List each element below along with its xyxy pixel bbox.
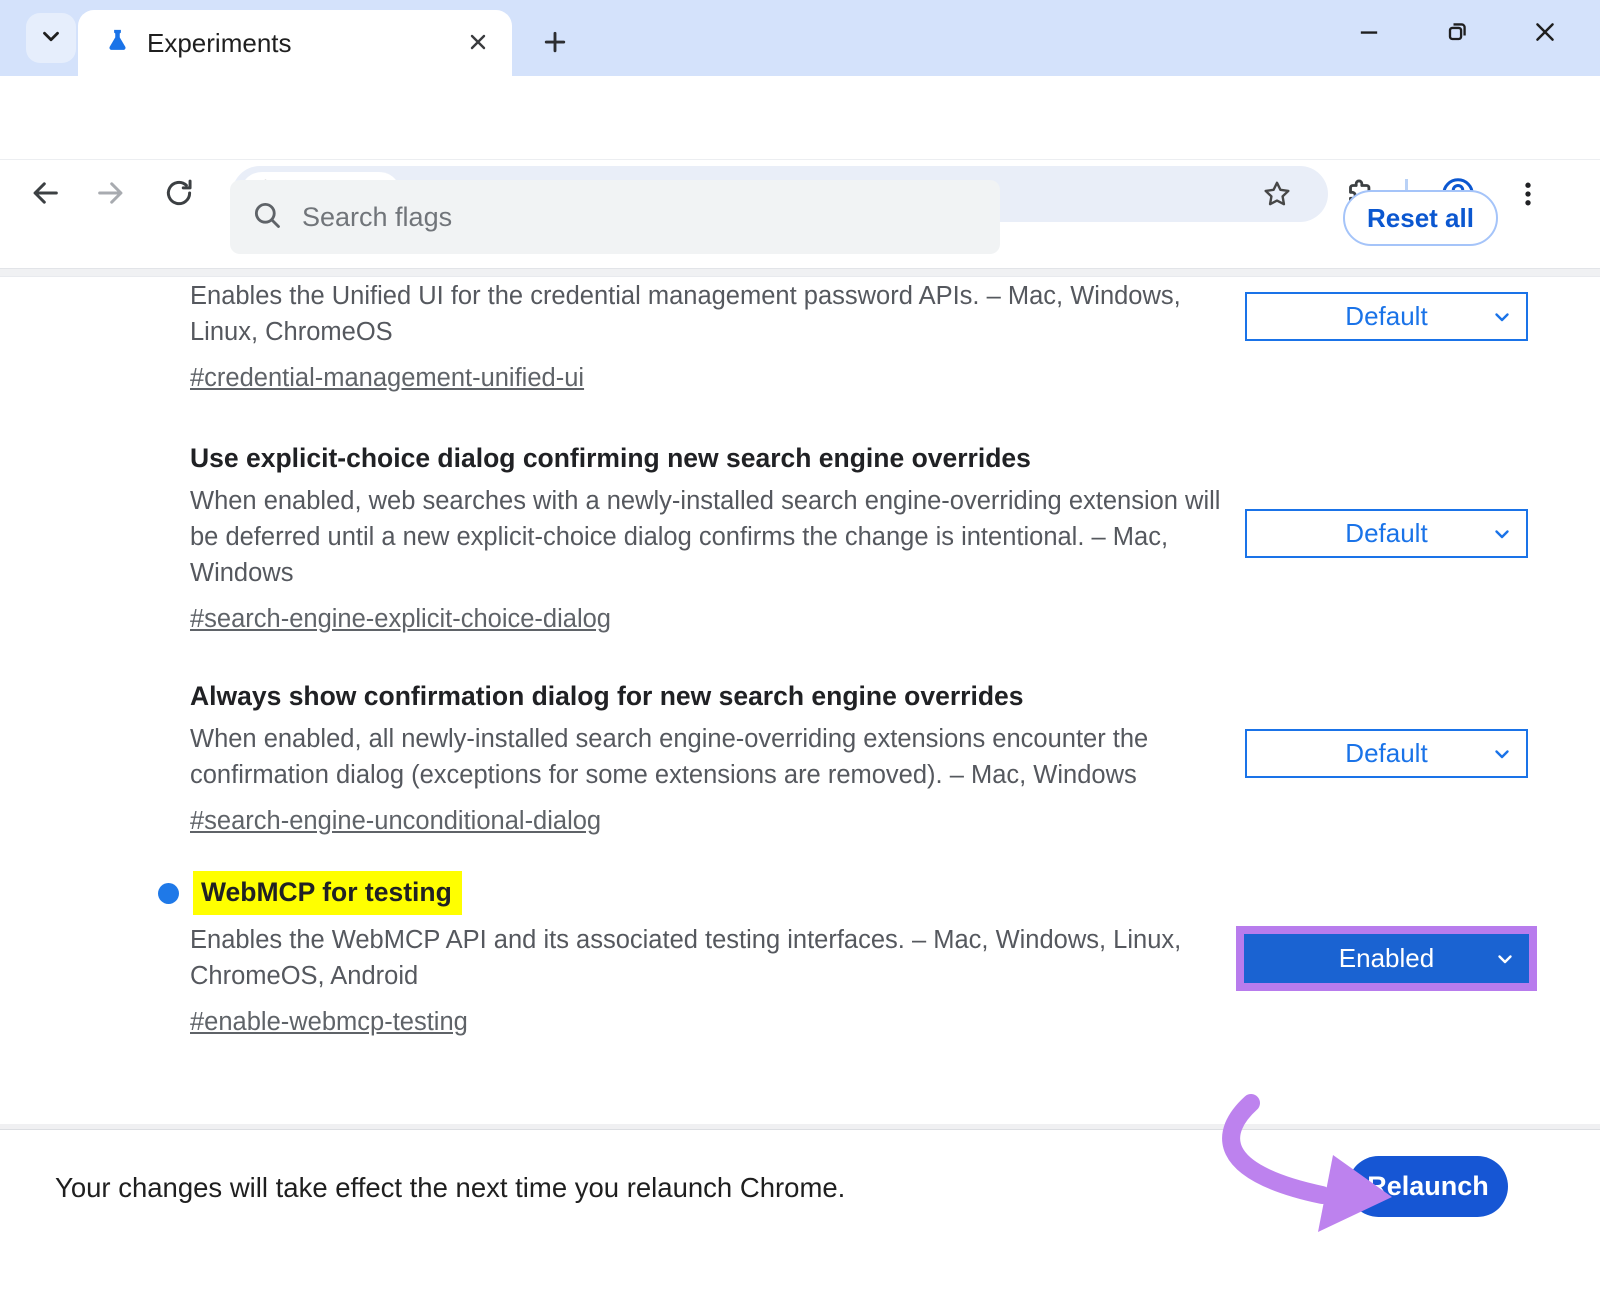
flag-state-value: Enabled [1339,943,1434,974]
flag-permalink[interactable]: #search-engine-explicit-choice-dialog [190,605,611,634]
tab-strip: Experiments [0,0,1600,76]
flag-state-select[interactable]: Default [1245,509,1528,558]
flag-entry-webmcp: WebMCP for testing Enables the WebMCP AP… [158,872,1250,1037]
tab-experiments[interactable]: Experiments [78,10,512,76]
list-divider [0,268,1600,277]
close-icon [466,30,490,57]
flag-permalink[interactable]: #credential-management-unified-ui [190,364,584,393]
relaunch-message: Your changes will take effect the next t… [55,1172,845,1204]
browser-menu-button[interactable] [1508,174,1548,216]
restore-icon [1443,18,1471,49]
minimize-button[interactable] [1354,18,1384,48]
flag-description: When enabled, web searches with a newly-… [190,483,1250,591]
plus-icon [540,27,570,60]
chevron-down-icon [1490,305,1514,329]
chevron-down-icon [38,23,64,54]
relaunch-button[interactable]: Relaunch [1348,1156,1508,1217]
star-icon [1261,178,1293,213]
close-icon [1531,18,1559,49]
tab-close-button[interactable] [460,25,496,61]
browser-toolbar: Chrome chrome://flags/#enable-webmcp-tes… [0,76,1600,160]
minimize-icon [1355,18,1383,49]
annotation-highlight-box: Enabled [1236,926,1537,991]
flag-title: Always show confirmation dialog for new … [190,679,1250,713]
flag-state-select[interactable]: Default [1245,292,1528,341]
forward-arrow-icon [94,176,128,213]
chevron-down-icon [1493,947,1517,971]
tab-search-button[interactable] [26,13,76,63]
close-window-button[interactable] [1530,18,1560,48]
flag-description: Enables the Unified UI for the credentia… [190,278,1250,350]
reload-button[interactable] [158,173,200,215]
flag-entry-explicit-choice-dialog: Use explicit-choice dialog confirming ne… [190,441,1250,634]
flask-icon [104,27,131,59]
search-flags-field[interactable] [230,180,1000,254]
search-icon [250,198,284,237]
reload-icon [162,176,196,213]
flag-description: Enables the WebMCP API and its associate… [190,922,1250,994]
three-dot-menu-icon [1512,178,1544,213]
search-flags-input[interactable] [300,201,980,234]
footer-divider [0,1124,1600,1130]
flag-entry-credential-management: Enables the Unified UI for the credentia… [190,278,1250,393]
flag-state-value: Default [1345,301,1427,332]
flag-description: When enabled, all newly-installed search… [190,721,1250,793]
new-tab-button[interactable] [532,20,578,66]
back-button[interactable] [24,173,66,215]
flag-entry-unconditional-dialog: Always show confirmation dialog for new … [190,679,1250,836]
flag-permalink[interactable]: #enable-webmcp-testing [190,1008,468,1037]
flag-state-select-enabled[interactable]: Enabled [1244,934,1529,983]
anchor-bullet-icon [158,883,179,904]
chevron-down-icon [1490,522,1514,546]
flag-state-value: Default [1345,518,1427,549]
flag-title-highlighted: WebMCP for testing [193,871,462,915]
back-arrow-icon [28,176,62,213]
reset-all-button[interactable]: Reset all [1343,190,1498,246]
flag-state-select[interactable]: Default [1245,729,1528,778]
window-controls [1354,0,1600,66]
flag-title: Use explicit-choice dialog confirming ne… [190,441,1250,475]
flag-permalink[interactable]: #search-engine-unconditional-dialog [190,807,601,836]
forward-button[interactable] [90,173,132,215]
flag-state-value: Default [1345,738,1427,769]
restore-button[interactable] [1442,18,1472,48]
chevron-down-icon [1490,742,1514,766]
flag-header: WebMCP for testing [158,872,1250,914]
bookmark-button[interactable] [1258,176,1296,214]
tab-title: Experiments [147,28,460,59]
